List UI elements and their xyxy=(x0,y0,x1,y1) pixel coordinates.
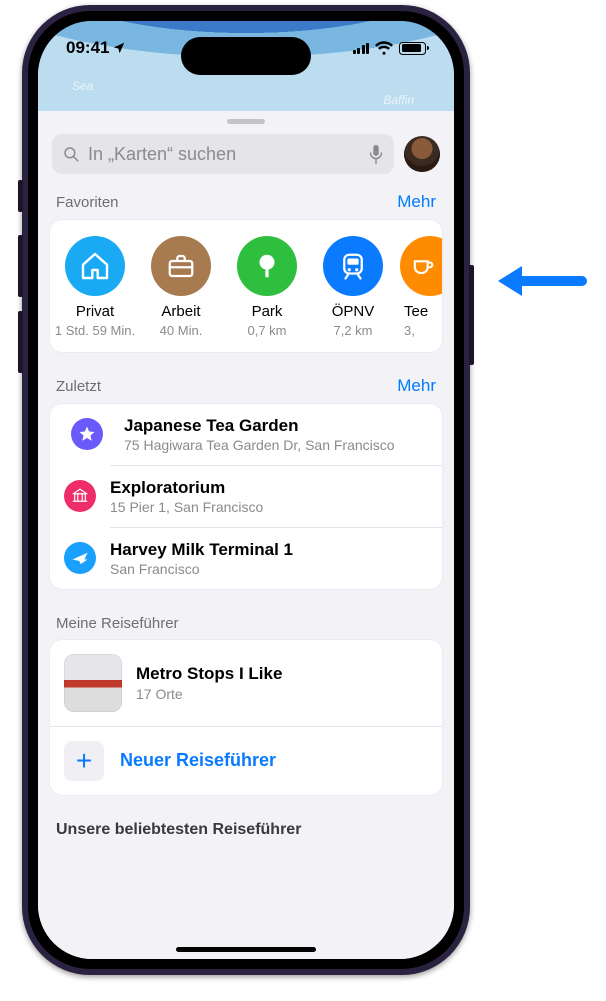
favorite-meta: 40 Min. xyxy=(138,323,224,338)
recent-title: Harvey Milk Terminal 1 xyxy=(110,540,293,560)
favorite-label: Privat xyxy=(52,304,138,321)
recent-item[interactable]: Exploratorium 15 Pier 1, San Francisco xyxy=(110,465,442,527)
favorites-strip[interactable]: Privat 1 Std. 59 Min. Arbeit 40 Min. Par… xyxy=(50,220,442,352)
plane-icon xyxy=(71,549,89,567)
volume-up-button[interactable] xyxy=(18,235,23,297)
search-input[interactable]: In „Karten“ suchen xyxy=(52,134,394,174)
status-bar: 09:41 xyxy=(38,21,454,75)
transit-icon xyxy=(338,251,368,281)
account-avatar[interactable] xyxy=(404,136,440,172)
recent-subtitle: 15 Pier 1, San Francisco xyxy=(110,499,263,515)
home-indicator[interactable] xyxy=(176,947,316,952)
map-label-baffin: Baffin xyxy=(383,93,414,107)
star-icon xyxy=(78,425,96,443)
side-button[interactable] xyxy=(469,265,474,365)
battery-icon xyxy=(399,42,426,55)
favorite-label: Tee xyxy=(404,304,442,321)
favorite-transit[interactable]: ÖPNV 7,2 km xyxy=(310,236,396,338)
guide-item[interactable]: Metro Stops I Like 17 Orte xyxy=(50,640,442,726)
search-placeholder: In „Karten“ suchen xyxy=(88,144,236,165)
favorite-label: Arbeit xyxy=(138,304,224,321)
recent-subtitle: San Francisco xyxy=(110,561,293,577)
favorite-park[interactable]: Park 0,7 km xyxy=(224,236,310,338)
phone-frame: Sea Baffin 09:41 xyxy=(22,5,470,975)
favorite-work[interactable]: Arbeit 40 Min. xyxy=(138,236,224,338)
search-icon xyxy=(62,145,80,163)
favorite-meta: 3, xyxy=(404,323,442,338)
guide-title: Metro Stops I Like xyxy=(136,664,282,684)
volume-down-button[interactable] xyxy=(18,311,23,373)
favorite-tea[interactable]: Tee 3, xyxy=(396,236,442,338)
recent-item[interactable]: Harvey Milk Terminal 1 San Francisco xyxy=(110,527,442,589)
mic-icon[interactable] xyxy=(368,144,384,164)
sheet-grabber[interactable] xyxy=(227,119,265,124)
map-label-sea: Sea xyxy=(72,79,93,93)
cellular-icon xyxy=(353,42,370,54)
cup-icon xyxy=(409,252,437,280)
wifi-icon xyxy=(375,41,393,55)
recents-title: Zuletzt xyxy=(56,378,101,395)
mute-switch[interactable] xyxy=(18,180,23,212)
plus-icon: + xyxy=(64,741,104,781)
popular-guides-title: Unsere beliebtesten Reiseführer xyxy=(38,795,454,839)
guides-title: Meine Reiseführer xyxy=(56,615,179,632)
museum-icon xyxy=(71,487,89,505)
favorites-card: Privat 1 Std. 59 Min. Arbeit 40 Min. Par… xyxy=(50,220,442,352)
guide-thumbnail xyxy=(64,654,122,712)
favorite-meta: 1 Std. 59 Min. xyxy=(52,323,138,338)
recent-title: Japanese Tea Garden xyxy=(124,416,395,436)
new-guide-label: Neuer Reiseführer xyxy=(120,750,276,771)
new-guide-button[interactable]: + Neuer Reiseführer xyxy=(50,726,442,795)
callout-arrow xyxy=(490,256,590,306)
briefcase-icon xyxy=(166,251,196,281)
favorite-meta: 0,7 km xyxy=(224,323,310,338)
guides-card: Metro Stops I Like 17 Orte + Neuer Reise… xyxy=(50,640,442,795)
recent-item[interactable]: Japanese Tea Garden 75 Hagiwara Tea Gard… xyxy=(50,404,442,465)
recents-more-link[interactable]: Mehr xyxy=(397,376,436,396)
tree-icon xyxy=(252,251,282,281)
guide-subtitle: 17 Orte xyxy=(136,686,282,702)
location-icon xyxy=(112,41,126,55)
recent-subtitle: 75 Hagiwara Tea Garden Dr, San Francisco xyxy=(124,437,395,453)
favorite-meta: 7,2 km xyxy=(310,323,396,338)
favorite-label: ÖPNV xyxy=(310,304,396,321)
screen: Sea Baffin 09:41 xyxy=(38,21,454,959)
recents-card: Japanese Tea Garden 75 Hagiwara Tea Gard… xyxy=(50,404,442,589)
favorites-more-link[interactable]: Mehr xyxy=(397,192,436,212)
favorite-label: Park xyxy=(224,304,310,321)
home-icon xyxy=(79,250,111,282)
recent-title: Exploratorium xyxy=(110,478,263,498)
status-time: 09:41 xyxy=(66,38,109,58)
search-sheet: In „Karten“ suchen Favoriten Mehr Privat xyxy=(38,111,454,959)
favorites-title: Favoriten xyxy=(56,194,119,211)
favorite-home[interactable]: Privat 1 Std. 59 Min. xyxy=(52,236,138,338)
